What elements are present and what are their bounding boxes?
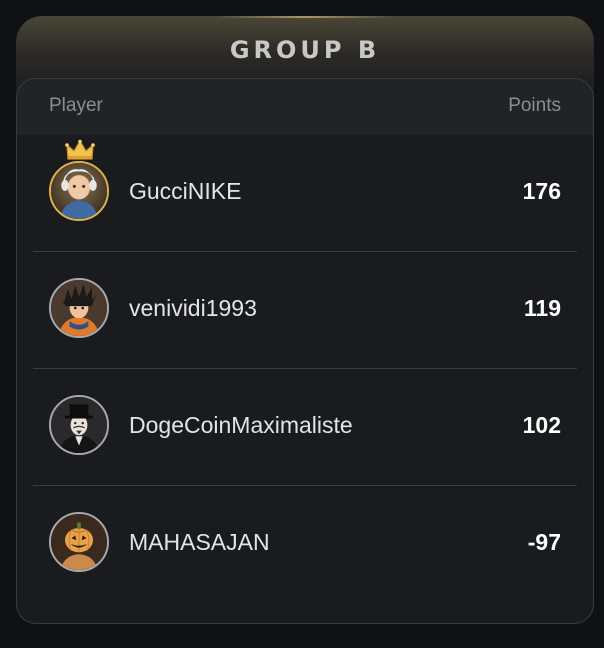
- player-avatar: [49, 161, 109, 221]
- column-header-player: Player: [49, 95, 103, 116]
- table-row[interactable]: GucciNIKE 176: [33, 135, 577, 252]
- player-points: 176: [522, 178, 561, 204]
- old-man-avatar-icon: [51, 163, 107, 219]
- standings-table: Player Points GucciNIKE 176 venividi1993…: [16, 78, 594, 624]
- player-name: venividi1993: [129, 295, 257, 321]
- player-avatar: [49, 395, 109, 455]
- column-header-points: Points: [508, 95, 561, 116]
- player-name: GucciNIKE: [129, 178, 242, 204]
- crown-icon: [65, 139, 95, 160]
- pumpkin-head-avatar-icon: [51, 514, 107, 570]
- table-header: Player Points: [17, 79, 593, 135]
- group-standings-card: GROUP B Player Points GucciNIKE 176 veni…: [16, 16, 594, 624]
- table-row[interactable]: DogeCoinMaximaliste 102: [33, 369, 577, 486]
- spiky-hair-fighter-avatar-icon: [51, 280, 107, 336]
- player-points: 102: [522, 412, 561, 438]
- table-row[interactable]: MAHASAJAN -97: [33, 486, 577, 603]
- group-title: GROUP B: [229, 36, 381, 64]
- player-points: -97: [527, 529, 561, 555]
- masked-top-hat-avatar-icon: [51, 397, 107, 453]
- player-avatar: [49, 278, 109, 338]
- player-name: MAHASAJAN: [129, 529, 270, 555]
- player-name: DogeCoinMaximaliste: [129, 412, 353, 438]
- tab-glow-line: [216, 16, 394, 18]
- table-row[interactable]: venividi1993 119: [33, 252, 577, 369]
- player-avatar: [49, 512, 109, 572]
- player-points: 119: [523, 295, 561, 321]
